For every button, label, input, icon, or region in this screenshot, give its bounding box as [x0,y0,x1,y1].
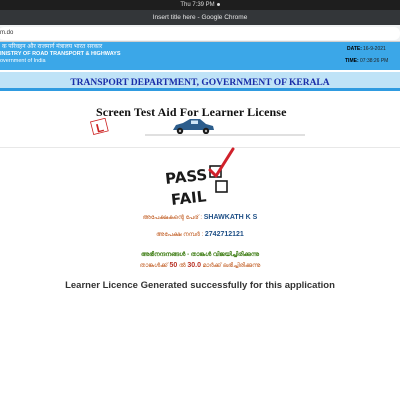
department-title: TRANSPORT DEPARTMENT, GOVERNMENT OF KERA… [70,78,330,88]
application-number-row: അപേക്ഷ നമ്പർ : 2742712121 [0,231,400,239]
department-banner: TRANSPORT DEPARTMENT, GOVERNMENT OF KERA… [0,70,400,91]
congratulation-message: അഭിനന്ദനങ്ങൾ - താങ്കൾ വിജയിച്ചിരിക്കുന്ന… [140,252,259,258]
window-title: Insert title here - Google Chrome [152,14,248,21]
browser-toolbar: m.do [0,25,400,42]
application-number-label: അപേക്ഷ നമ്പർ : [156,232,204,238]
score-obtained: 30.0 [187,262,201,269]
browser-title-bar: Insert title here - Google Chrome [0,10,400,25]
date-value: 16-9-2021 [363,46,386,52]
record-dot-icon [216,2,220,6]
application-number-value: 2742712121 [204,231,244,238]
applicant-name-label: അപേക്ഷകന്റെ പേര് : [142,215,203,221]
score-row: താങ്കൾക്ക് 50 ൽ 30.0 മാർക്ക് ലഭിച്ചിരിക്… [0,262,400,270]
applicant-name-value: SHAWKATH K S [203,214,258,221]
success-message: Learner Licence Generated successfully f… [65,280,335,291]
time-label: TIME: [345,58,359,64]
url-text[interactable]: m.do [0,30,13,36]
applicant-name-row: അപേക്ഷകന്റെ പേര് : SHAWKATH K S [0,214,400,222]
pass-fail-graphic: PASS FAIL [164,147,235,208]
app-logo: Screen Test Aid For Learner License L [90,100,310,142]
score-mid: ൽ [179,263,186,269]
date-label: DATE: [347,46,362,52]
fail-label: FAIL [170,187,207,208]
os-top-bar: Thu 7:39 PM [0,0,400,10]
clock[interactable]: Thu 7:39 PM [180,2,214,8]
ministry-english-line: INISTRY OF ROAD TRANSPORT & HIGHWAYS [0,51,121,57]
score-suffix: മാർക്ക് ലഭിച്ചിരിക്കുന്നു [202,263,261,269]
ministry-header: क परिवहन और राजमार्ग मंत्रालय भारत सरकार… [0,42,400,70]
logo-road-line [145,134,305,136]
government-line: overnment of India [0,58,46,64]
pass-label: PASS [164,166,208,188]
fail-checkbox [215,180,228,193]
address-bar[interactable]: m.do [0,27,400,40]
score-total: 50 [169,262,178,269]
score-prefix: താങ്കൾക്ക് [139,263,168,269]
learner-plate-icon: L [90,118,109,135]
ministry-hindi-line: क परिवहन और राजमार्ग मंत्रालय भारत सरकार [2,44,103,50]
time-value: 07:38:26 PM [360,58,389,64]
